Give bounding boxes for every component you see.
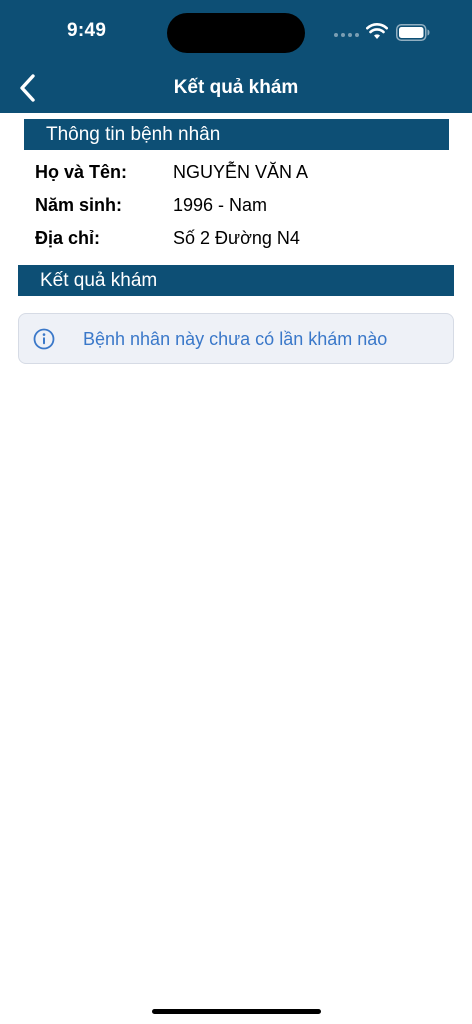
cellular-signal-icon — [334, 33, 360, 39]
birth-year-label: Năm sinh: — [35, 195, 123, 215]
dynamic-island — [167, 13, 305, 53]
page-title: Kết quả khám — [173, 77, 299, 98]
patient-info-section-header: Thông tin bệnh nhân — [24, 119, 449, 150]
wifi-icon — [366, 23, 388, 39]
battery-icon — [396, 24, 430, 41]
address-value: Số 2 Đường N4 — [173, 228, 300, 248]
status-time: 9:49 — [67, 20, 107, 41]
patient-name-value: NGUYỄN VĂN A — [173, 162, 309, 182]
birth-year-row: Năm sinh: 1996 - Nam — [35, 193, 455, 217]
app-header: 9:49 Kết quả khám — [0, 0, 472, 113]
exam-results-section-header: Kết quả khám — [18, 265, 454, 296]
address-label: Địa chỉ: — [35, 228, 101, 248]
address-row: Địa chỉ: Số 2 Đường N4 — [35, 226, 455, 250]
patient-name-label: Họ và Tên: — [35, 162, 128, 182]
empty-results-message: Bệnh nhân này chưa có lần khám nào — [83, 329, 388, 349]
home-indicator[interactable] — [152, 1009, 321, 1014]
empty-results-alert: Bệnh nhân này chưa có lần khám nào — [18, 313, 454, 364]
info-icon — [33, 328, 55, 350]
patient-name-row: Họ và Tên: NGUYỄN VĂN A — [35, 160, 455, 184]
birth-year-value: 1996 - Nam — [173, 195, 268, 215]
